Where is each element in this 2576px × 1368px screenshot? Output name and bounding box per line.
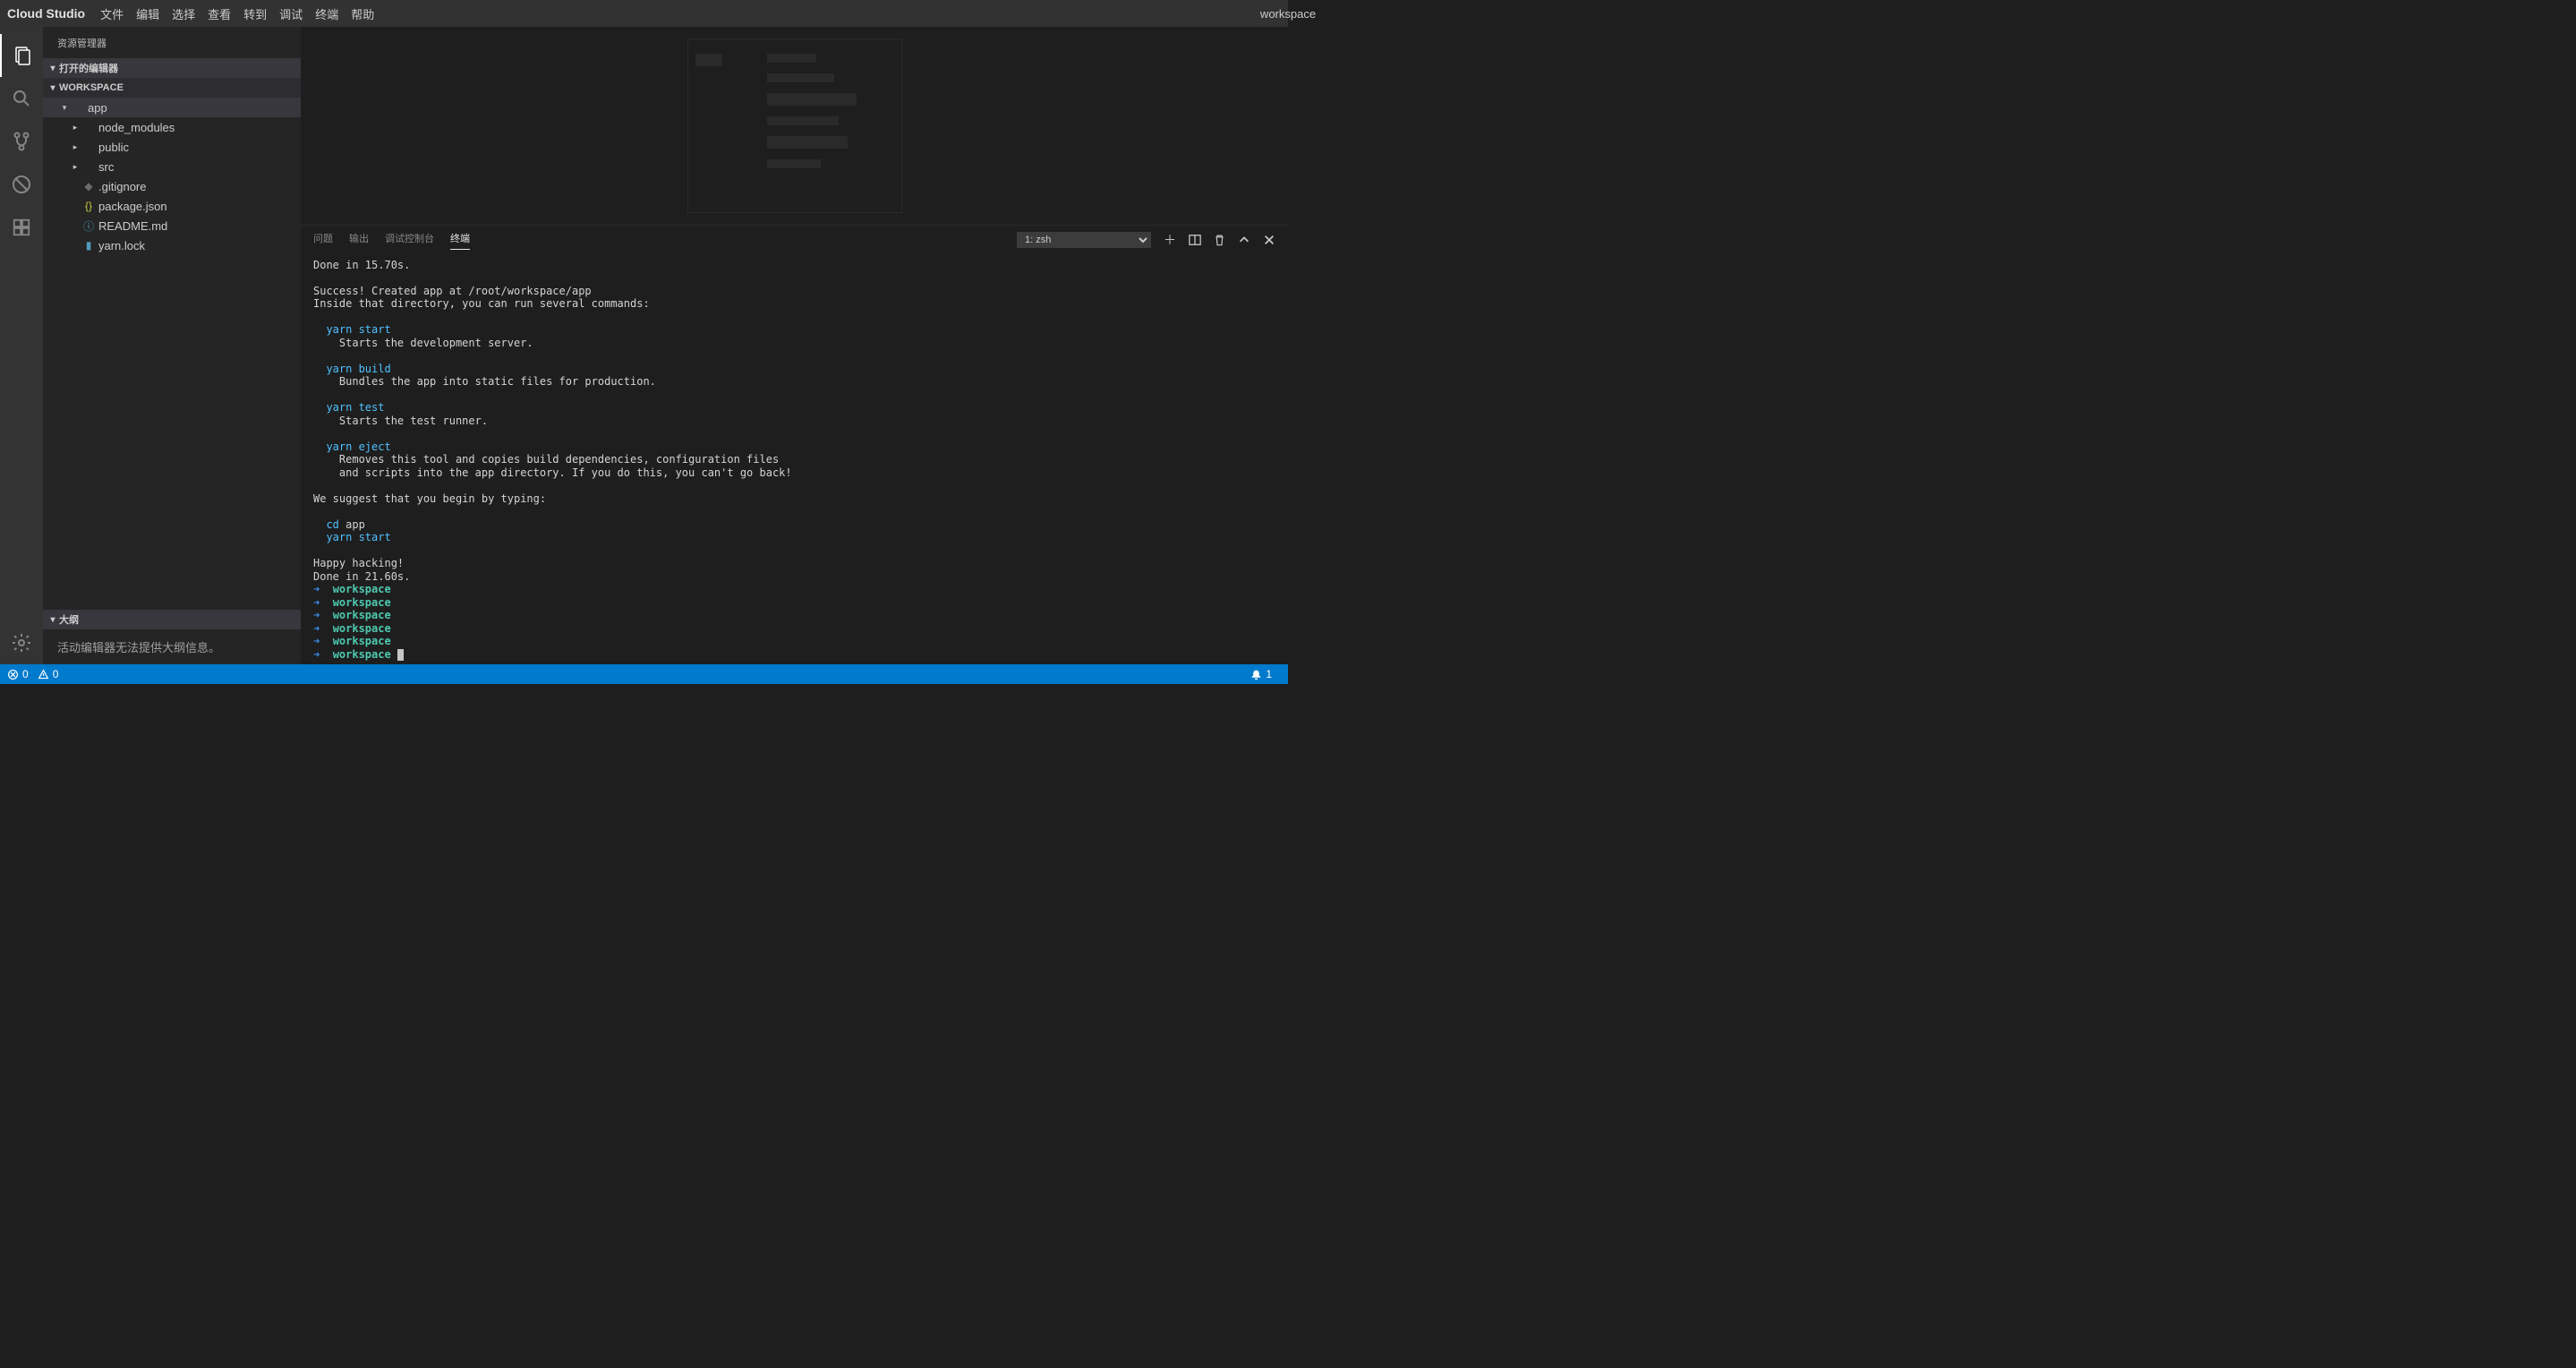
close-panel-icon[interactable]	[1263, 234, 1275, 246]
panel-tab[interactable]: 问题	[313, 231, 333, 249]
outline-label: 大纲	[59, 612, 79, 627]
file-icon: ◆	[81, 180, 97, 192]
file-tree: ▾app▸node_modules▸public▸src◆.gitignore{…	[43, 98, 301, 255]
terminal-cursor	[397, 649, 404, 661]
chevron-down-icon: ▾	[47, 64, 59, 73]
menu-item[interactable]: 帮助	[345, 8, 380, 21]
twistie-icon: ▸	[70, 142, 81, 152]
menu-item[interactable]: 调试	[273, 8, 309, 21]
chevron-down-icon: ▾	[47, 83, 59, 93]
terminal-selector[interactable]: 1: zsh	[1017, 232, 1151, 248]
panel-tab[interactable]: 调试控制台	[385, 231, 434, 249]
panel-tabs: 问题输出调试控制台终端 1: zsh ＋	[301, 226, 1288, 255]
file-icon: ⓘ	[81, 218, 97, 234]
explorer-icon[interactable]	[0, 34, 43, 77]
window-title: workspace	[1260, 7, 1316, 21]
file-item[interactable]: ⓘREADME.md	[43, 216, 301, 235]
extensions-icon[interactable]	[0, 206, 43, 249]
file-item[interactable]: ◆.gitignore	[43, 176, 301, 196]
notifications-count: 1	[1266, 668, 1272, 680]
open-editors-label: 打开的编辑器	[59, 61, 118, 75]
file-icon: {}	[81, 200, 97, 212]
twistie-icon: ▾	[59, 103, 70, 113]
file-item[interactable]: {}package.json	[43, 196, 301, 216]
item-label: README.md	[97, 219, 167, 233]
chevron-down-icon: ▾	[47, 615, 59, 625]
item-label: src	[97, 160, 114, 174]
maximize-panel-icon[interactable]	[1238, 234, 1250, 246]
settings-gear-icon[interactable]	[0, 621, 43, 664]
menu-item[interactable]: 文件	[94, 8, 130, 21]
empty-editor-placeholder	[301, 27, 1288, 225]
item-label: package.json	[97, 200, 167, 213]
item-label: public	[97, 141, 129, 154]
workspace-header[interactable]: ▾ WORKSPACE	[43, 78, 301, 98]
twistie-icon: ▸	[70, 123, 81, 133]
warnings-count: 0	[53, 668, 59, 680]
twistie-icon: ▸	[70, 162, 81, 172]
status-notifications[interactable]: 1	[1250, 668, 1272, 680]
folder-item[interactable]: ▾ app	[43, 98, 301, 117]
menu-item[interactable]: 选择	[166, 8, 201, 21]
editor-area: 问题输出调试控制台终端 1: zsh ＋	[301, 27, 1288, 664]
folder-item[interactable]: ▸ src	[43, 157, 301, 176]
kill-terminal-icon[interactable]	[1214, 234, 1225, 246]
titlebar: Cloud Studio 文件编辑选择查看转到调试终端帮助 workspace	[0, 0, 1288, 27]
bottom-panel: 问题输出调试控制台终端 1: zsh ＋	[301, 225, 1288, 665]
activity-bar	[0, 27, 43, 664]
item-label: .gitignore	[97, 180, 146, 193]
outline-empty-message: 活动编辑器无法提供大纲信息。	[43, 629, 301, 664]
errors-count: 0	[22, 668, 29, 680]
terminal-output[interactable]: Done in 15.70s. Success! Created app at …	[301, 255, 1288, 665]
debug-icon[interactable]	[0, 163, 43, 206]
item-label: node_modules	[97, 121, 175, 134]
source-control-icon[interactable]	[0, 120, 43, 163]
menu-item[interactable]: 转到	[237, 8, 273, 21]
status-bar: 0 0 1	[0, 664, 1288, 684]
sidebar-title: 资源管理器	[43, 27, 301, 58]
search-icon[interactable]	[0, 77, 43, 120]
brand-label: Cloud Studio	[7, 6, 85, 21]
status-warnings[interactable]: 0	[38, 668, 59, 680]
split-terminal-icon[interactable]	[1189, 234, 1201, 246]
folder-item[interactable]: ▸ node_modules	[43, 117, 301, 137]
folder-item[interactable]: ▸ public	[43, 137, 301, 157]
menu-item[interactable]: 查看	[201, 8, 237, 21]
sidebar: 资源管理器 ▾ 打开的编辑器 ▾ WORKSPACE ▾ app ▸ node_mod…	[43, 27, 301, 664]
file-item[interactable]: ▮yarn.lock	[43, 235, 301, 255]
file-icon: ▮	[81, 239, 97, 252]
open-editors-header[interactable]: ▾ 打开的编辑器	[43, 58, 301, 78]
status-errors[interactable]: 0	[7, 668, 29, 680]
item-label: app	[86, 101, 107, 115]
document-placeholder-icon	[687, 38, 902, 213]
outline-header[interactable]: ▾ 大纲	[43, 610, 301, 629]
workspace-label: WORKSPACE	[59, 82, 124, 93]
panel-tab[interactable]: 终端	[450, 231, 470, 250]
item-label: yarn.lock	[97, 239, 145, 252]
panel-tab[interactable]: 输出	[349, 231, 369, 249]
menu-item[interactable]: 编辑	[130, 8, 166, 21]
menu-item[interactable]: 终端	[309, 8, 345, 21]
new-terminal-icon[interactable]: ＋	[1164, 231, 1176, 249]
